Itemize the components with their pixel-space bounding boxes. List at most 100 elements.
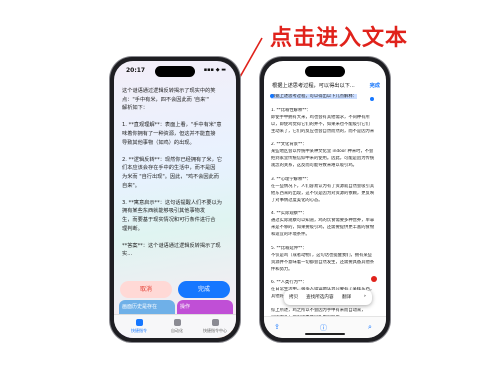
context-menu-item[interactable]: 查找所选内容 — [306, 294, 334, 300]
text-line: 3. **寓意启示**：这句话提醒人们不要以为 — [122, 199, 222, 206]
text-line: 米是不够的，如果要吸引鸡，还需要提供更丰富的食物 — [271, 225, 380, 232]
text-span — [271, 301, 272, 306]
text-span: 5. **比喻延伸**： — [271, 245, 307, 251]
text-line: 了对事情过度美化的心态。 — [271, 198, 380, 205]
text-line: 点："手中有米，四不会因此而 '自来'" — [122, 96, 210, 103]
text-span: 综上所述，鸡之所以不会因为手中有米而自动来， — [271, 308, 366, 314]
text-span: 2. **文化背景**： — [271, 142, 307, 148]
annotation-label: 点击进入文本 — [270, 26, 409, 51]
tab-bar: 快捷指令 自动化 快捷指令中心 — [114, 314, 236, 338]
done-button[interactable]: 完成 — [178, 281, 230, 298]
text-span: 1. **比喻性解释**： — [271, 107, 311, 113]
text-line: 2. **文化背景**： — [271, 142, 380, 149]
text-line: 在一些情况下，人们容易认为有了资源就自然会吸引其 — [271, 184, 380, 191]
text-span: 在一些情况下，人们容易认为有了资源就自然会吸引其 — [271, 183, 375, 189]
tab-label: 快捷指令中心 — [203, 328, 227, 333]
text-line: 生，而要基于现实情况和可行条件进行合 — [122, 216, 216, 223]
text-span: 某些地区会以传统中某种文化里 indoor 种米时，不会 — [271, 149, 374, 155]
text-span: 他东西来的出现，这不仅是因为对资源的依赖，更反映 — [271, 190, 375, 196]
status-time: 20:17 — [126, 67, 146, 74]
tab-icon — [135, 319, 143, 326]
text-line: 1. **直观理解**：表面上看，"手中有米"意 — [122, 122, 222, 129]
text-span — [271, 274, 272, 279]
text-span: 了对事情过度美化的心态。 — [271, 197, 323, 203]
dynamic-island — [155, 66, 195, 77]
text-line — [271, 205, 380, 212]
done-button[interactable]: 完成 — [370, 82, 380, 89]
text-span: 和适宜的环境条件。 — [271, 232, 310, 238]
selected-text: 根据上述思考过程，可以得出以下几点解释： — [271, 94, 357, 99]
text-line: 理判断。 — [122, 225, 143, 232]
text-line: 导致其他事物（如鸡）的出现。 — [122, 139, 195, 146]
text-line: 资源并不意味着一切都会自然发生，还需要具备其他条 — [271, 260, 380, 267]
text-line: 2. **逻辑反转**：现然你已经拥有了米，它 — [122, 156, 222, 163]
text-view-screen: 根据上述思考过程，可以得出以下... ⌄ 完成 根据上述思考过程，可以得出以下几… — [264, 61, 386, 338]
text-line: 解析如下： — [122, 105, 148, 112]
document-text[interactable]: 根据上述思考过程，可以得出以下几点解释： 1. **比喻性解释**： 即使手中拥… — [271, 94, 380, 322]
tab-label: 快捷指令 — [131, 328, 147, 333]
text-span: 把到家里传统信仰中米的使用。因此，可能是因为传统 — [271, 156, 375, 162]
text-span: 通过实际观察可以知道，鸡的饮食需要多种营养，单靠 — [271, 218, 375, 224]
text-line: 3. **心理学解释**： — [271, 177, 380, 184]
shortcuts-screen: 20:17 ▪▪▪ ◆ ▬ 这个谜语通过逻辑反转揭示了现实中的笑 点："手中有米，… — [114, 61, 236, 338]
text-line: 自来"。 — [122, 182, 140, 189]
text-span: 米是不够的，如果要吸引鸡，还需要提供更丰富的食物 — [271, 225, 375, 231]
text-line — [271, 135, 380, 142]
text-span — [271, 239, 272, 244]
text-line: 4. **实际观察**： — [271, 211, 380, 218]
selection-start-handle[interactable] — [270, 94, 274, 98]
more-arrow-icon[interactable]: › — [364, 294, 366, 299]
text-span: 3. **心理学解释**： — [271, 176, 311, 182]
tap-indicator — [371, 276, 377, 282]
info-icon[interactable]: ⓘ — [320, 323, 327, 333]
text-span: 即使手中拥有大米，鸡也会有其他需求，不同种有所 — [271, 114, 370, 120]
text-span — [271, 101, 272, 106]
text-line: 们本应该会存在手中的生活中，而不是因 — [122, 165, 216, 172]
result-text[interactable]: 这个谜语通过逻辑反转揭示了现实中的笑 点："手中有米，四不会因此而 '自来'" 解析… — [122, 87, 228, 259]
text-line: 他东西来的出现，这不仅是因为对资源的依赖，更反映 — [271, 191, 380, 198]
text-line: 根据上述思考过程，可以得出以下几点解释： — [271, 94, 380, 101]
text-line: 主动来了，它们的反应也会自然而然的，而不是因为米 — [271, 129, 380, 136]
text-line — [122, 147, 228, 156]
selection-end-handle[interactable] — [370, 97, 374, 101]
text-line — [271, 170, 380, 177]
text-line — [122, 233, 228, 242]
text-line: 5. **比喻延伸**： — [271, 246, 380, 253]
status-icons: ▪▪▪ ◆ ▬ — [203, 67, 226, 73]
context-menu-item[interactable]: 翻译 — [342, 294, 351, 300]
text-line: 即使手中拥有大米，鸡也会有其他需求，不同种有所 — [271, 115, 380, 122]
text-line — [271, 239, 380, 246]
tab-item[interactable]: 快捷指令 — [124, 319, 154, 334]
text-span: 资源并不意味着一切都会自然发生，还需要具备其他条 — [271, 259, 375, 265]
search-icon[interactable]: ⌕ — [368, 323, 372, 332]
share-icon[interactable]: ⇪ — [274, 323, 280, 331]
text-line — [271, 101, 380, 108]
context-menu-item[interactable]: 拷贝 — [289, 294, 298, 300]
text-span — [271, 205, 272, 210]
text-line: 通过实际观察可以知道，鸡的饮食需要多种营养，单靠 — [271, 218, 380, 225]
text-line: 为米而 "自行出现"。因此，"鸡不会因此而 — [122, 173, 219, 180]
tab-icon — [211, 319, 219, 326]
cancel-button[interactable]: 取消 — [120, 281, 172, 298]
text-line: 这个谜语通过逻辑反转揭示了现实中的笑 — [122, 88, 216, 94]
text-line: 6. **人类行为**： — [271, 280, 380, 287]
text-line: 拥有某些东西就能够吸引其他事物发 — [122, 208, 206, 215]
text-line: 把到家里传统信仰中米的使用。因此，可能是因为传统 — [271, 156, 380, 163]
text-line: 味着你拥有了一种资源，但这并不能直接 — [122, 130, 216, 137]
text-line: 件和努力。 — [271, 267, 380, 274]
text-span — [271, 170, 272, 175]
tab-label: 自动化 — [171, 328, 183, 333]
tab-item[interactable]: 快捷指令中心 — [200, 319, 230, 334]
text-line: 某些地区会以传统中某种文化里 indoor 种米时，不会 — [271, 149, 380, 156]
text-line: **答案**：这个谜语通过逻辑反转揭示了现实... — [122, 242, 221, 258]
dialog-buttons: 取消 完成 — [120, 281, 230, 299]
tab-item[interactable]: 自动化 — [162, 319, 192, 334]
phone-right: 根据上述思考过程，可以得出以下... ⌄ 完成 根据上述思考过程，可以得出以下几… — [260, 57, 390, 342]
text-span — [271, 135, 272, 140]
text-line: 观念的关系，这反而可能导致米难以吸引鸡。 — [271, 163, 380, 170]
text-span: 观念的关系，这反而可能导致米难以吸引鸡。 — [271, 163, 357, 169]
nav-title: 根据上述思考过程，可以得出以下... — [272, 83, 355, 89]
text-span: 6. **人类行为**： — [271, 280, 307, 286]
text-line: 综上所述，鸡之所以不会因为手中有米而自动来， — [271, 308, 380, 315]
dynamic-island — [305, 66, 345, 77]
